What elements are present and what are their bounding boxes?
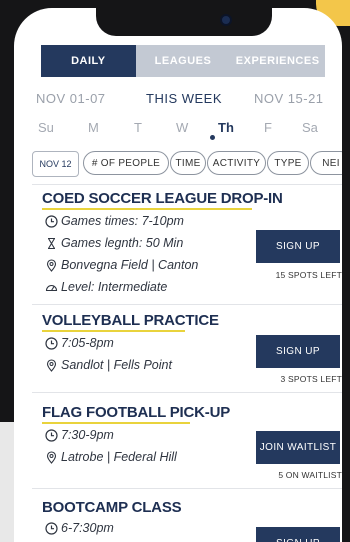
event-detail: Bonvegna Field | Canton	[44, 258, 198, 272]
event-detail: 7:05-8pm	[44, 336, 114, 350]
filter-neighborhood[interactable]: NEI	[310, 151, 342, 175]
event-card: VOLLEYBALL PRACTICE 7:05-8pm Sandlot | F…	[32, 310, 342, 390]
event-card: FLAG FOOTBALL PICK-UP 7:30-9pm Latrobe |…	[32, 402, 342, 482]
clock-icon	[44, 521, 58, 535]
location-pin-icon	[44, 258, 58, 272]
event-time: Games times: 7-10pm	[61, 214, 184, 228]
event-detail: 7:30-9pm	[44, 428, 114, 442]
level-icon	[44, 280, 58, 294]
clock-icon	[44, 336, 58, 350]
event-detail: Games times: 7-10pm	[44, 214, 184, 228]
camera-icon	[220, 14, 232, 26]
clock-icon	[44, 214, 58, 228]
divider	[32, 488, 342, 489]
event-detail: Sandlot | Fells Point	[44, 358, 172, 372]
event-card: COED SOCCER LEAGUE DROP-IN Games times: …	[32, 188, 342, 298]
title-underline	[42, 422, 190, 424]
tab-leagues[interactable]: LEAGUES	[135, 45, 231, 77]
notch	[96, 8, 272, 36]
spots-left: 3 SPOTS LEFT	[280, 374, 342, 384]
sign-up-button[interactable]: SIGN UP	[256, 230, 340, 263]
event-card: BOOTCAMP CLASS 6-7:30pm SIGN UP	[32, 497, 342, 542]
filter-type[interactable]: TYPE	[267, 151, 309, 175]
event-title[interactable]: FLAG FOOTBALL PICK-UP	[42, 404, 230, 421]
day-m[interactable]: M	[88, 120, 99, 135]
filter-time[interactable]: TIME	[170, 151, 206, 175]
join-waitlist-button[interactable]: JOIN WAITLIST	[256, 431, 340, 464]
event-title[interactable]: BOOTCAMP CLASS	[42, 499, 182, 516]
location-pin-icon	[44, 450, 58, 464]
waitlist-count: 5 ON WAITLIST	[278, 470, 342, 480]
location-pin-icon	[44, 358, 58, 372]
day-th[interactable]: Th	[218, 120, 234, 135]
sign-up-button[interactable]: SIGN UP	[256, 527, 340, 542]
selected-day-dot	[210, 135, 215, 140]
filter-activity[interactable]: ACTIVITY	[207, 151, 266, 175]
title-underline	[42, 208, 252, 210]
day-f[interactable]: F	[264, 120, 272, 135]
event-location: Latrobe | Federal Hill	[61, 450, 177, 464]
phone-screen: DAILY LEAGUES EXPERIENCES NOV 01-07 THIS…	[14, 8, 342, 542]
tab-daily[interactable]: DAILY	[41, 45, 136, 77]
day-t[interactable]: T	[134, 120, 142, 135]
event-detail: Level: Intermediate	[44, 280, 167, 294]
next-week[interactable]: NOV 15-21	[254, 91, 324, 106]
date-filter[interactable]: NOV 12	[32, 151, 79, 177]
filter-bar: NOV 12 # OF PEOPLE TIME ACTIVITY TYPE NE…	[14, 151, 342, 177]
spots-left: 15 SPOTS LEFT	[275, 270, 342, 280]
event-time: 7:30-9pm	[61, 428, 114, 442]
event-title[interactable]: COED SOCCER LEAGUE DROP-IN	[42, 190, 283, 207]
event-length: Games legnth: 50 Min	[61, 236, 184, 250]
sign-up-button[interactable]: SIGN UP	[256, 335, 340, 368]
tab-experiences[interactable]: EXPERIENCES	[230, 45, 326, 77]
divider	[32, 304, 342, 305]
event-time: 7:05-8pm	[61, 336, 114, 350]
current-week[interactable]: THIS WEEK	[146, 91, 222, 106]
prev-week[interactable]: NOV 01-07	[36, 91, 106, 106]
day-su[interactable]: Su	[38, 120, 54, 135]
day-w[interactable]: W	[176, 120, 188, 135]
clock-icon	[44, 428, 58, 442]
day-selector: Su M T W Th F Sa	[36, 120, 336, 142]
event-level: Level: Intermediate	[61, 280, 168, 294]
event-location: Sandlot | Fells Point	[61, 358, 172, 372]
week-selector: NOV 01-07 THIS WEEK NOV 15-21	[36, 91, 336, 111]
day-sa[interactable]: Sa	[302, 120, 318, 135]
event-time: 6-7:30pm	[61, 521, 114, 535]
tab-bar: DAILY LEAGUES EXPERIENCES	[41, 45, 326, 77]
event-location: Bonvegna Field | Canton	[61, 258, 199, 272]
event-detail: Latrobe | Federal Hill	[44, 450, 177, 464]
filter-people[interactable]: # OF PEOPLE	[83, 151, 169, 175]
divider	[32, 184, 342, 185]
hourglass-icon	[44, 236, 58, 250]
event-detail: 6-7:30pm	[44, 521, 114, 535]
divider	[32, 392, 342, 393]
event-detail: Games legnth: 50 Min	[44, 236, 183, 250]
title-underline	[42, 330, 185, 332]
event-title[interactable]: VOLLEYBALL PRACTICE	[42, 312, 219, 329]
